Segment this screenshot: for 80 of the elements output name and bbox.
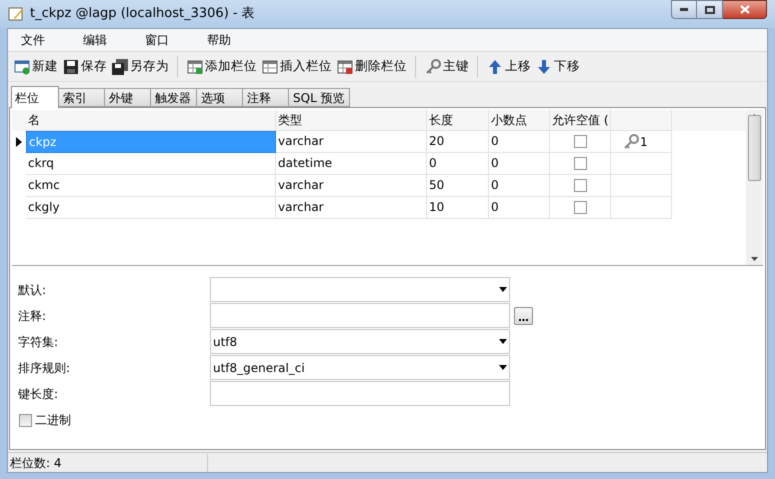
table-delete-icon (337, 58, 353, 74)
menu-item[interactable]: 文件 (12, 31, 54, 49)
dropdown-arrow-icon (499, 287, 507, 292)
dropdown-arrow-icon (499, 365, 507, 370)
table-cell: ckpz (26, 131, 276, 153)
minimize-button[interactable] (671, 0, 697, 19)
column-header[interactable]: 允许空值 ( (550, 110, 611, 131)
input-field[interactable] (210, 381, 510, 406)
menu-item[interactable]: 编辑 (74, 31, 116, 49)
column-header[interactable]: 小数点 (489, 110, 550, 131)
table-cell: 20 (427, 131, 489, 153)
input-field[interactable] (210, 303, 510, 328)
floppy-disks-icon (112, 58, 128, 74)
checkbox[interactable] (574, 135, 586, 148)
toolbar-button[interactable]: 主键 (424, 56, 470, 78)
table-cell: 50 (427, 175, 489, 197)
table-cell: varchar (276, 197, 427, 219)
table-cell: ckrq (26, 153, 276, 175)
table-cell: 0 (489, 153, 550, 175)
field-label: 默认: (18, 282, 48, 298)
tab[interactable]: SQL 预览 (289, 88, 350, 107)
dropdown[interactable]: utf8 (210, 329, 510, 354)
table-cell: varchar (276, 175, 427, 197)
new-table-icon (14, 58, 30, 74)
tab[interactable]: 选项 (197, 88, 243, 107)
table-cell: datetime (276, 153, 427, 175)
table-icon (262, 58, 278, 74)
tab[interactable]: 触发器 (151, 88, 197, 107)
field-label: 注释: (18, 308, 48, 324)
toolbar-button[interactable]: 添加栏位 (186, 56, 258, 78)
table-cell: varchar (276, 131, 427, 153)
field-label: 排序规则: (18, 360, 72, 376)
table-add-icon (187, 58, 203, 74)
checkbox[interactable] (574, 179, 586, 192)
menu-item[interactable]: 窗口 (136, 31, 178, 49)
table-cell: ckmc (26, 175, 276, 197)
tab[interactable]: 索引 (59, 88, 105, 107)
table-edit-icon (8, 6, 24, 22)
toolbar-button[interactable]: 新建 (13, 56, 59, 78)
status-text: 栏位数: 4 (8, 454, 208, 472)
field-label: 字符集: (18, 334, 60, 350)
dropdown[interactable] (210, 277, 510, 302)
scrollbar-thumb[interactable] (748, 114, 761, 180)
ellipsis-button[interactable] (514, 306, 533, 324)
toolbar-button[interactable]: 保存 (62, 56, 108, 78)
checkbox[interactable] (19, 414, 32, 426)
menu-item[interactable]: 帮助 (198, 31, 240, 49)
tab[interactable]: 外键 (105, 88, 151, 107)
toolbar-button[interactable]: 插入栏位 (261, 56, 333, 78)
table-cell: 0 (489, 197, 550, 219)
checkbox-label: 二进制 (35, 412, 71, 429)
toolbar-button[interactable]: 另存为 (111, 56, 170, 78)
checkbox[interactable] (574, 201, 586, 214)
dropdown[interactable]: utf8_general_ci (210, 355, 510, 380)
close-button[interactable] (723, 0, 767, 19)
arrow-down-icon (536, 58, 552, 74)
key-order: 1 (640, 134, 648, 150)
scroll-down-icon[interactable] (751, 257, 758, 261)
tab[interactable]: 栏位 (11, 86, 59, 108)
key-icon (425, 58, 441, 74)
column-header[interactable]: 长度 (427, 110, 489, 131)
scrollbar[interactable] (746, 110, 763, 265)
table-cell: 10 (427, 197, 489, 219)
field-label: 键长度: (18, 386, 60, 402)
table-cell: 0 (489, 131, 550, 153)
arrow-up-icon (487, 58, 503, 74)
close-icon (740, 5, 750, 14)
column-header[interactable]: 类型 (276, 110, 427, 131)
toolbar-button[interactable]: 上移 (486, 56, 532, 78)
key-icon (623, 134, 639, 150)
checkbox[interactable] (574, 157, 586, 170)
table-cell: 0 (489, 175, 550, 197)
maximize-button[interactable] (697, 0, 723, 19)
table-cell: ckgly (26, 197, 276, 219)
window-title: t_ckpz @lagp (localhost_3306) - 表 (30, 5, 255, 24)
table-cell: 0 (427, 153, 489, 175)
toolbar-button[interactable]: 删除栏位 (336, 56, 408, 78)
tab[interactable]: 注释 (243, 88, 289, 107)
toolbar-button[interactable]: 下移 (535, 56, 581, 78)
dropdown-arrow-icon (499, 339, 507, 344)
